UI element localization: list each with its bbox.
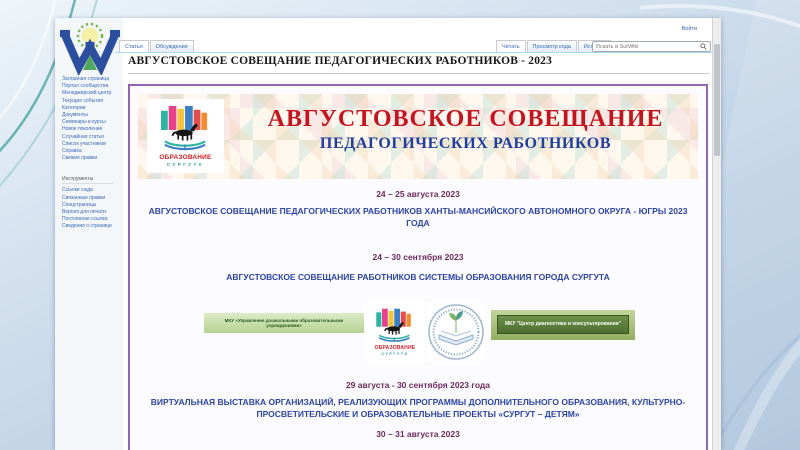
books-horse-book-icon (376, 308, 411, 342)
logo-text-line1: ОБРАЗОВАНИЕ (374, 344, 416, 351)
partner-banner-diagnostics-label[interactable]: МКУ "Центр диагностики и консультировани… (497, 314, 629, 334)
event-date: 24 – 30 сентября 2023 (372, 251, 464, 262)
sidebar-link[interactable]: Менеджерский центр (62, 90, 120, 97)
title-underline (128, 73, 709, 74)
banner-titles: АВГУСТОВСКОЕ СОВЕЩАНИЕ ПЕДАГОГИЧЕСКИХ РА… (233, 106, 698, 153)
obrazovanie-surguta-logo: ОБРАЗОВАНИЕ СУРГУТА (366, 298, 424, 365)
tab-read[interactable]: Читать (496, 39, 526, 52)
sidebar-tool-link[interactable]: Связанные правки (62, 195, 120, 202)
tab-view-source[interactable]: Просмотр кода (526, 39, 577, 52)
sidebar-link[interactable]: Семинары и курсы (62, 119, 120, 126)
banner-title-line1: АВГУСТОВСКОЕ СОВЕЩАНИЕ (267, 106, 664, 132)
banner-title-line2: ПЕДАГОГИЧЕСКИХ РАБОТНИКОВ (319, 135, 612, 153)
partners-row: МКУ «Управление дошкольными образователь… (138, 298, 698, 367)
sidebar-link[interactable]: Документы (62, 112, 120, 119)
logo-text-line1: ОБРАЗОВАНИЕ (159, 154, 212, 161)
tab-discussion[interactable]: Обсуждение (149, 39, 194, 52)
search-box[interactable] (592, 41, 711, 52)
page-title: АВГУСТОВСКОЕ СОВЕЩАНИЕ ПЕДАГОГИЧЕСКИХ РА… (128, 55, 553, 67)
sidebar-link[interactable]: Случайная статья (62, 134, 120, 141)
event-date: 24 – 25 августа 2023 (376, 189, 460, 199)
sidebar-tool-link[interactable]: Сведения о странице (62, 223, 120, 230)
event-link[interactable]: ВИРТУАЛЬНАЯ ВЫСТАВКА ОРГАНИЗАЦИЙ, РЕАЛИЗ… (146, 396, 691, 421)
partner-banner-preschool[interactable]: МКУ «Управление дошкольными образователь… (204, 312, 364, 333)
sidebar-link[interactable]: Текущие события (62, 98, 120, 105)
event-date: 30 – 31 августа 2023 (376, 428, 460, 439)
event-link[interactable]: ПЕДАГОГИЧЕСКИЕ СОВЕТЫ В ОБРАЗОВАТЕЛЬНЫХ … (138, 447, 698, 450)
sidebar-link[interactable]: Справка (62, 148, 120, 155)
page-tabs: Статья Обсуждение (119, 39, 195, 52)
sidebar-link[interactable]: Новое поколение (62, 126, 120, 133)
tab-divider-line (115, 51, 721, 53)
imc-round-logo-icon (428, 304, 484, 360)
books-horse-book-icon (160, 105, 207, 151)
logo-text-line2: СУРГУТА (166, 162, 205, 167)
sidebar-link[interactable]: Список участников (62, 141, 120, 148)
content-box: ОБРАЗОВАНИЕ СУРГУТА АВГУСТОВСКОЕ СОВЕЩАН… (128, 84, 708, 450)
wiki-window: Войти Статья Обсуждение Читать Просмотр … (55, 18, 721, 450)
event-link[interactable]: АВГУСТОВСКОЕ СОВЕЩАНИЕ ПЕДАГОГИЧЕСКИХ РА… (138, 205, 698, 230)
imc-round-logo (426, 301, 486, 362)
sidebar-tool-link[interactable]: Спецстраницы (62, 202, 120, 209)
sidebar-tool-link[interactable]: Постоянная ссылка (62, 216, 120, 223)
event-link[interactable]: АВГУСТОВСКОЕ СОВЕЩАНИЕ РАБОТНИКОВ СИСТЕМ… (138, 271, 698, 283)
slide-background: Войти Статья Обсуждение Читать Просмотр … (0, 0, 800, 450)
obrazovanie-surguta-logo: ОБРАЗОВАНИЕ СУРГУТА (147, 99, 224, 173)
scrollbar-thumb[interactable] (714, 44, 720, 156)
sidebar-tools-header: Инструменты (62, 176, 114, 185)
scrollbar[interactable] (712, 18, 721, 450)
sidebar-link[interactable]: Категории (62, 105, 120, 112)
sidebar-tool-link[interactable]: Версия для печати (62, 209, 120, 216)
sidebar-tool-link[interactable]: Ссылки сюда (62, 187, 120, 194)
partner-banner-diagnostics[interactable]: МКУ "Центр диагностики и консультировани… (491, 309, 635, 340)
login-link[interactable]: Войти (682, 26, 697, 32)
tab-article[interactable]: Статья (119, 39, 149, 52)
event-banner: ОБРАЗОВАНИЕ СУРГУТА АВГУСТОВСКОЕ СОВЕЩАН… (138, 94, 698, 179)
search-icon[interactable] (700, 43, 707, 50)
surwiki-logo-icon[interactable] (59, 21, 121, 75)
event-date: 29 августа - 30 сентября 2023 года (345, 379, 491, 390)
logo-text-line2: СУРГУТА (381, 351, 409, 356)
sidebar-link[interactable]: Заглавная страница (62, 76, 120, 83)
sidebar: Заглавная страница Портал сообщества Мен… (62, 76, 120, 231)
sidebar-link[interactable]: Свежие правки (62, 155, 120, 162)
search-input[interactable] (596, 43, 700, 50)
